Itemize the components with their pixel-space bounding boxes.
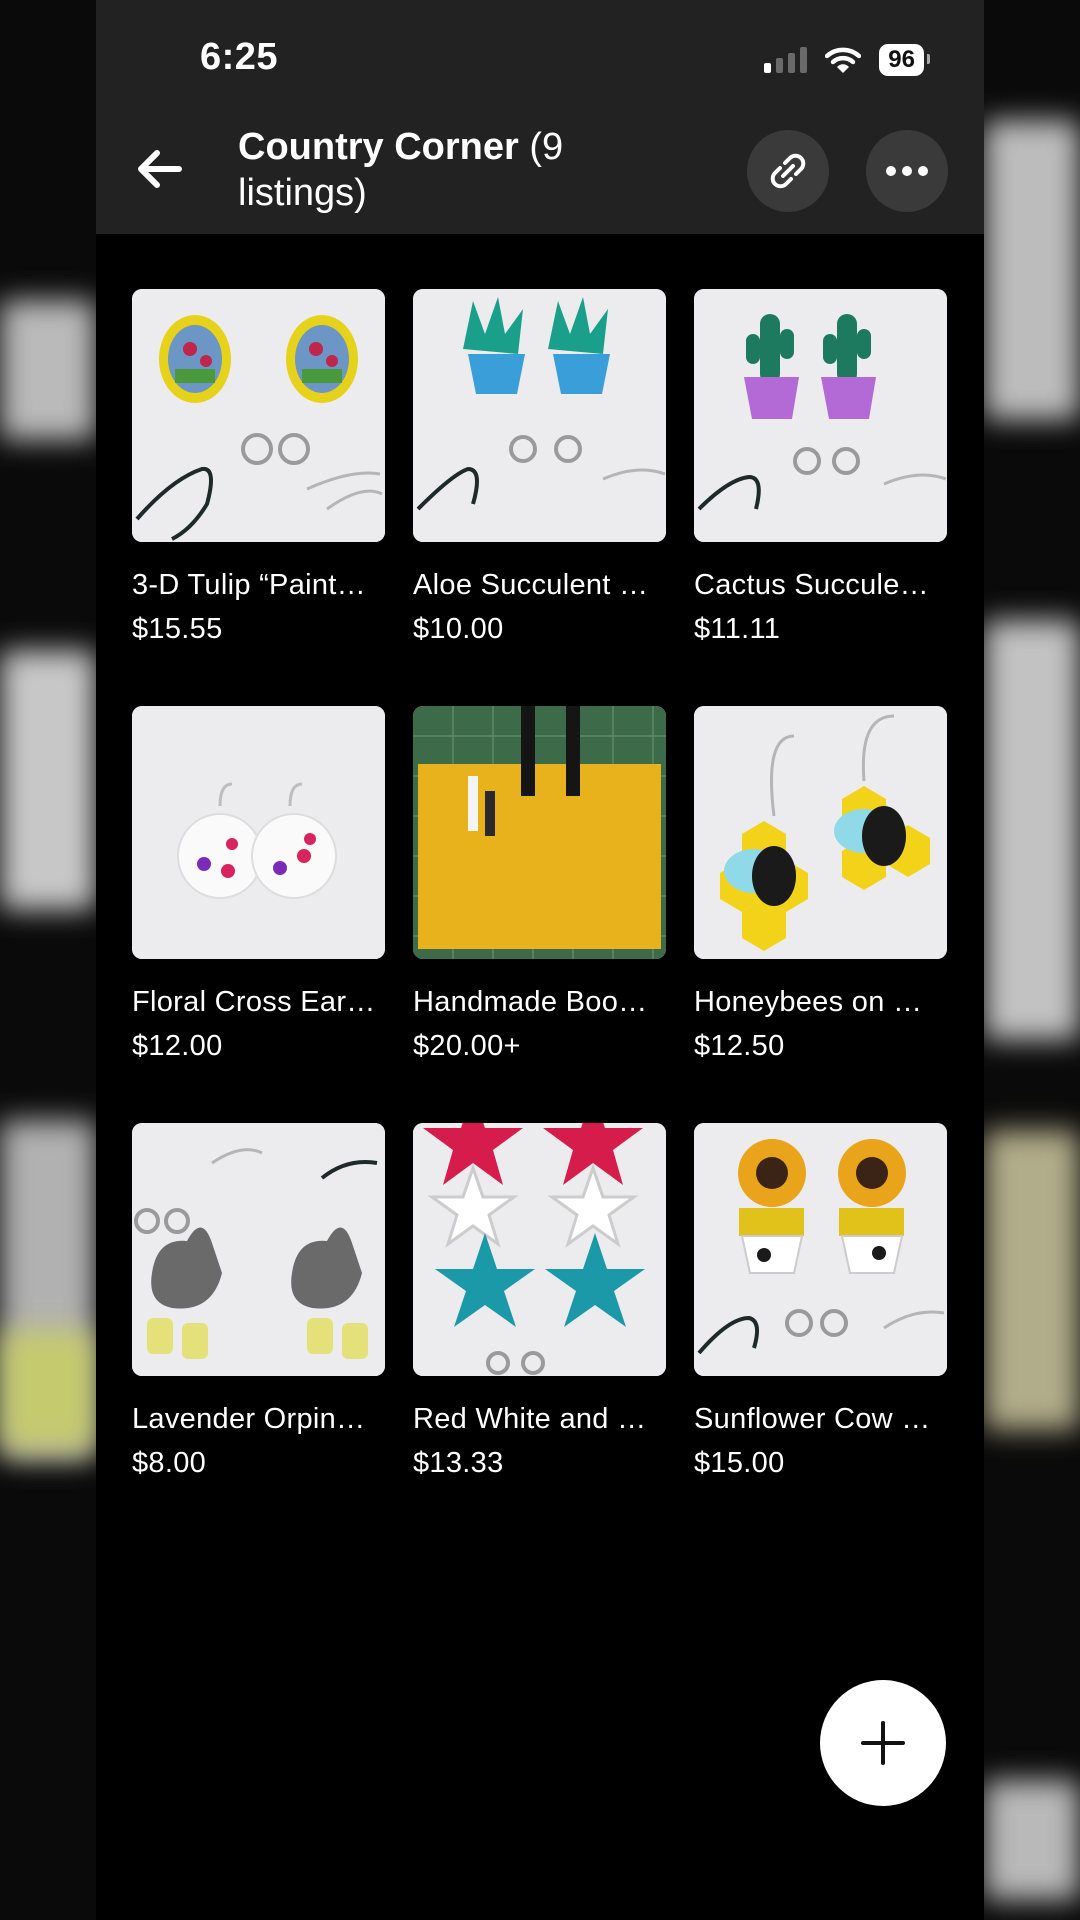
blurred-backdrop-left (0, 0, 96, 1920)
listing-card[interactable]: Sunflower Cow … $15.00 (694, 1123, 947, 1540)
wifi-icon (825, 47, 862, 73)
status-bar: 6:25 96 (96, 0, 984, 108)
listing-thumbnail (413, 1123, 666, 1376)
listing-price: $10.00 (413, 613, 504, 645)
listing-title: Red White and … (413, 1403, 647, 1435)
more-options-button[interactable] (866, 130, 948, 212)
back-button[interactable] (124, 134, 194, 204)
status-time: 6:25 (200, 36, 279, 78)
listing-title: Floral Cross Ear… (132, 986, 376, 1018)
listing-card[interactable]: Aloe Succulent … $10.00 (413, 289, 666, 706)
listing-thumbnail (413, 289, 666, 542)
listing-price: $13.33 (413, 1447, 504, 1479)
add-listing-button[interactable] (820, 1680, 946, 1806)
listing-title: Lavender Orpin… (132, 1403, 366, 1435)
listing-price: $8.00 (132, 1447, 207, 1479)
listing-card[interactable]: Floral Cross Ear… $12.00 (132, 706, 385, 1123)
listing-price: $15.00 (694, 1447, 785, 1479)
battery-indicator: 96 (879, 44, 930, 76)
arrow-left-icon (138, 150, 182, 188)
listing-card[interactable]: Red White and … $13.33 (413, 1123, 666, 1540)
plus-icon (861, 1721, 905, 1765)
listings-grid: 3-D Tulip “Paint… $15.55 Aloe Succulent … (132, 289, 950, 1540)
listing-title: Sunflower Cow … (694, 1403, 931, 1435)
listing-card[interactable]: Honeybees on … $12.50 (694, 706, 947, 1123)
listing-price: $15.55 (132, 613, 223, 645)
listing-title: 3-D Tulip “Paint… (132, 569, 366, 601)
phone-screen: 6:25 96 Country Corner (9 listings) 3-D … (96, 0, 984, 1920)
page-title: Country Corner (9 listings) (238, 124, 658, 216)
listing-thumbnail (132, 289, 385, 542)
listing-price: $11.11 (694, 613, 781, 645)
copy-link-button[interactable] (747, 130, 829, 212)
listing-thumbnail (132, 706, 385, 959)
link-icon (770, 153, 806, 189)
listing-thumbnail (413, 706, 666, 959)
listing-thumbnail (694, 706, 947, 959)
collection-name: Country Corner (238, 126, 519, 168)
status-icons: 96 (764, 44, 930, 76)
listing-thumbnail (694, 1123, 947, 1376)
more-icon (886, 166, 928, 176)
listing-title: Handmade Boo… (413, 986, 648, 1018)
listing-title: Aloe Succulent … (413, 569, 649, 601)
listing-card[interactable]: Lavender Orpin… $8.00 (132, 1123, 385, 1540)
listing-price: $12.50 (694, 1030, 785, 1062)
listing-thumbnail (694, 289, 947, 542)
listing-card[interactable]: Cactus Succule… $11.11 (694, 289, 947, 706)
collection-header: Country Corner (9 listings) (96, 108, 984, 234)
listing-thumbnail (132, 1123, 385, 1376)
blurred-backdrop-right (984, 0, 1080, 1920)
listing-card[interactable]: 3-D Tulip “Paint… $15.55 (132, 289, 385, 706)
listing-title: Cactus Succule… (694, 569, 929, 601)
listing-card[interactable]: Handmade Boo… $20.00+ (413, 706, 666, 1123)
listing-title: Honeybees on … (694, 986, 923, 1018)
listing-price: $12.00 (132, 1030, 223, 1062)
cellular-signal-icon (764, 47, 808, 73)
listing-price: $20.00+ (413, 1030, 521, 1062)
